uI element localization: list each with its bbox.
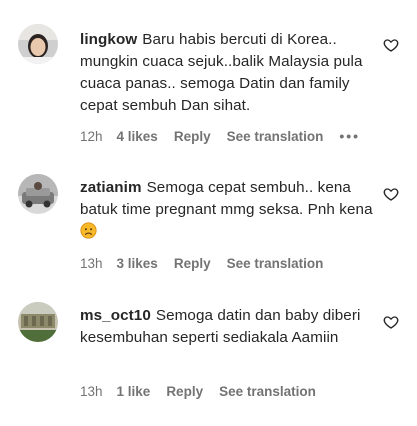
comment-time[interactable]: 13h	[80, 384, 103, 399]
comment-username[interactable]: ms_oct10	[80, 307, 151, 324]
comment-text: zatianim Semoga cepat sembuh.. kena batuk…	[80, 177, 375, 243]
see-translation-link[interactable]: See translation	[227, 129, 324, 144]
heart-outline-icon[interactable]	[383, 186, 399, 202]
avatar[interactable]	[18, 302, 58, 342]
comment-meta: 12h 4 likes Reply See translation •••	[80, 128, 376, 144]
more-options-icon[interactable]: •••	[339, 128, 360, 144]
heart-outline-icon[interactable]	[383, 314, 399, 330]
reply-button[interactable]: Reply	[174, 256, 211, 271]
comments-list: lingkow Baru habis bercuti di Korea.. mun…	[0, 0, 417, 426]
comment-username[interactable]: lingkow	[80, 31, 137, 48]
comment-meta: 13h 1 like Reply See translation	[80, 384, 332, 399]
see-translation-link[interactable]: See translation	[227, 256, 324, 271]
comment-username[interactable]: zatianim	[80, 179, 142, 196]
likes-count[interactable]: 1 like	[117, 384, 151, 399]
heart-outline-icon[interactable]	[383, 37, 399, 53]
likes-count[interactable]: 3 likes	[117, 256, 158, 271]
comment-time[interactable]: 12h	[80, 129, 103, 144]
comment-text: lingkow Baru habis bercuti di Korea.. mun…	[80, 29, 375, 117]
comment-meta: 13h 3 likes Reply See translation	[80, 256, 339, 271]
comment-time[interactable]: 13h	[80, 256, 103, 271]
reply-button[interactable]: Reply	[166, 384, 203, 399]
comment-text: ms_oct10 Semoga datin dan baby diberi kes…	[80, 305, 375, 349]
reply-button[interactable]: Reply	[174, 129, 211, 144]
likes-count[interactable]: 4 likes	[117, 129, 158, 144]
sad-face-emoji	[80, 222, 97, 239]
avatar[interactable]	[18, 24, 58, 64]
avatar[interactable]	[18, 174, 58, 214]
see-translation-link[interactable]: See translation	[219, 384, 316, 399]
